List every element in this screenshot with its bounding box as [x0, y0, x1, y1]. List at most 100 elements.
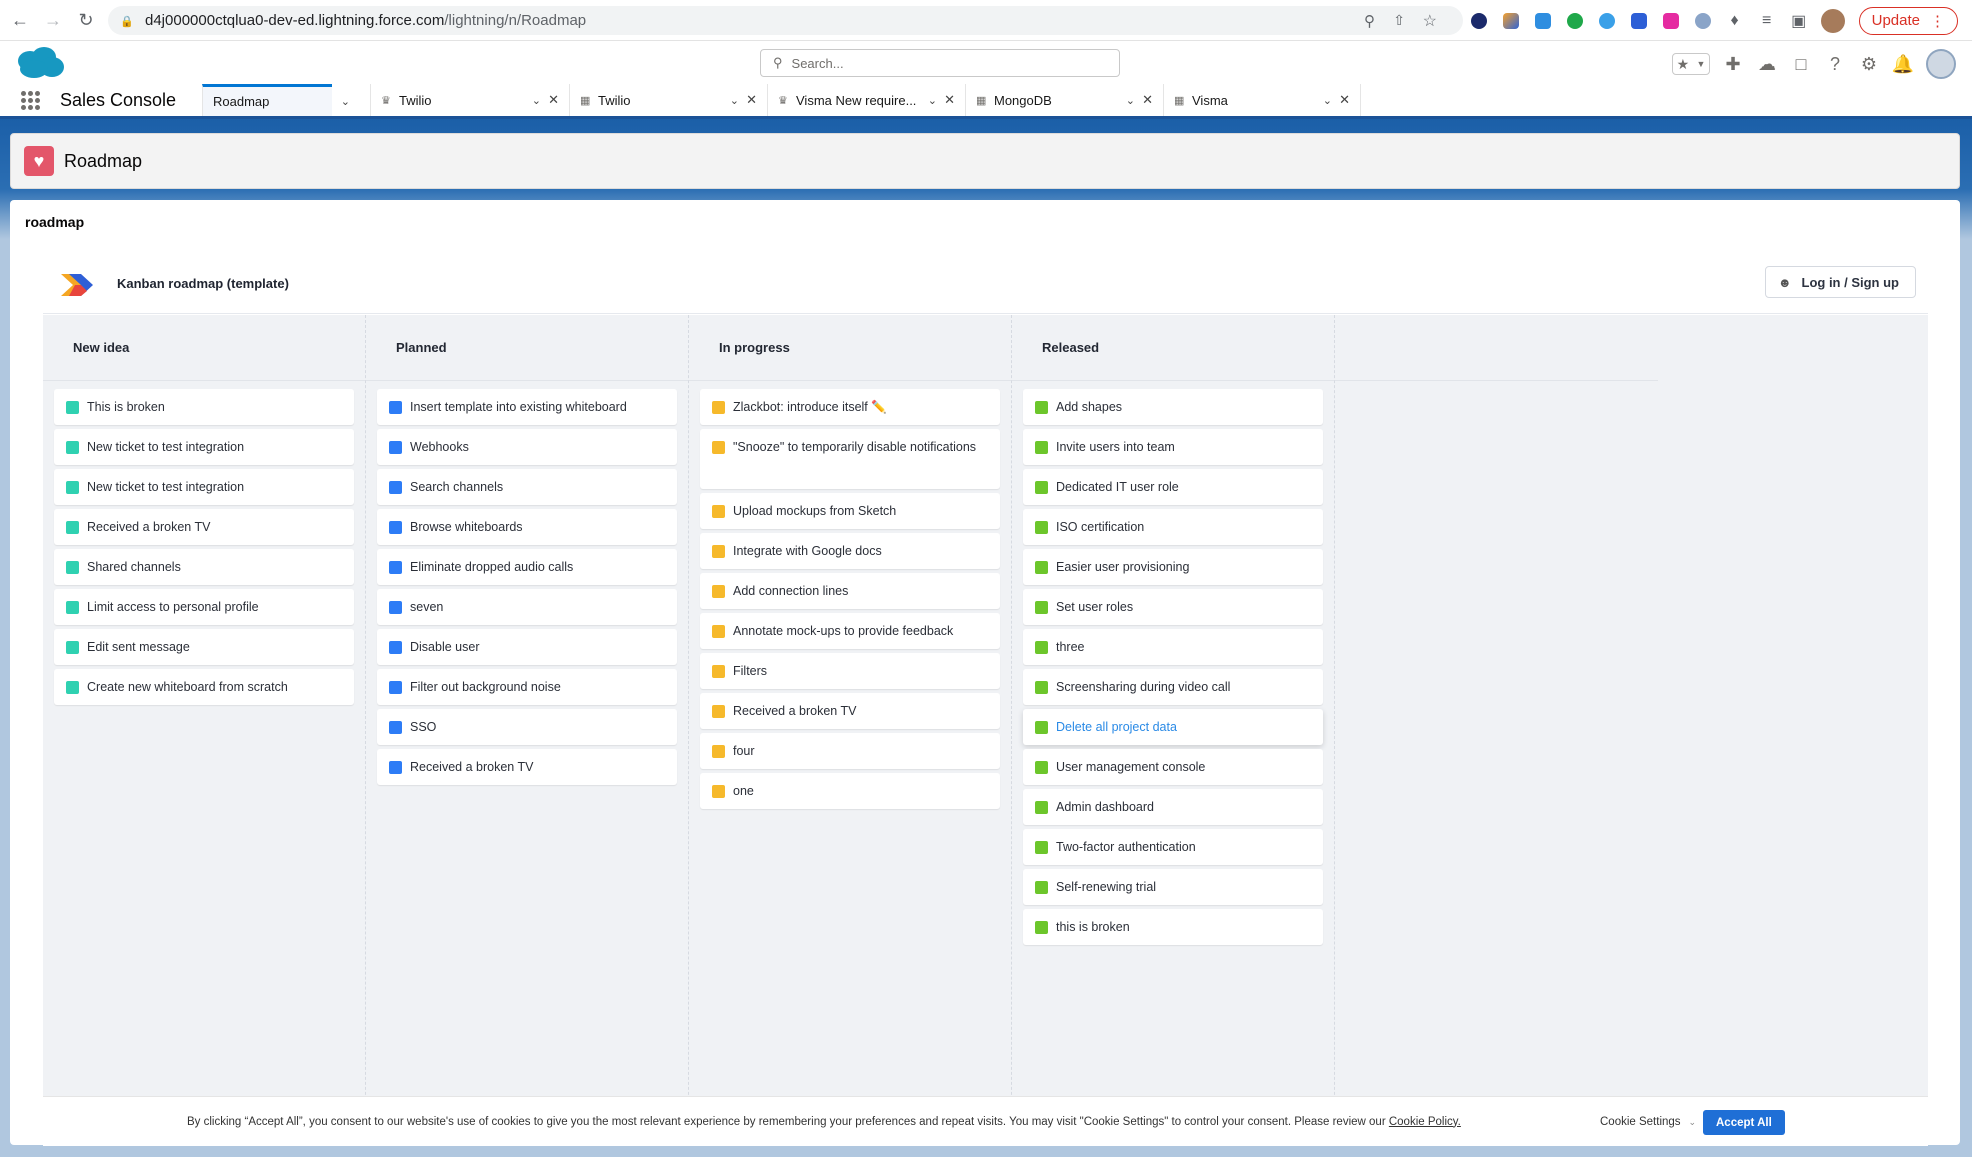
close-icon[interactable]: ✕ — [548, 92, 559, 108]
kanban-card[interactable]: Received a broken TV — [54, 509, 354, 545]
kanban-card[interactable]: Insert template into existing whiteboard — [377, 389, 677, 425]
kanban-card[interactable]: ISO certification — [1023, 509, 1323, 545]
kanban-card[interactable]: Admin dashboard — [1023, 789, 1323, 825]
column-in-progress: In progress Zlackbot: introduce itself ✏… — [689, 315, 1012, 1145]
status-color-icon — [389, 401, 402, 414]
kanban-card[interactable]: Create new whiteboard from scratch — [54, 669, 354, 705]
tab-visma[interactable]: ▦ Visma ⌄ ✕ — [1163, 84, 1361, 116]
share-icon[interactable]: ⇧ — [1393, 12, 1405, 29]
kanban-card[interactable]: Filters — [700, 653, 1000, 689]
trailhead-icon[interactable]: ☁ — [1756, 53, 1778, 75]
extension-icon[interactable] — [1591, 0, 1623, 41]
kanban-card[interactable]: Add connection lines — [700, 573, 1000, 609]
setup-assistant-icon[interactable]: □ — [1790, 53, 1812, 75]
kanban-card[interactable]: Add shapes — [1023, 389, 1323, 425]
extension-icon[interactable] — [1527, 0, 1559, 41]
add-icon[interactable]: ✚ — [1722, 53, 1744, 75]
reading-list-icon[interactable]: ≡ — [1751, 0, 1783, 41]
puzzle-icon[interactable]: ♦ — [1719, 0, 1751, 41]
kanban-card[interactable]: Search channels — [377, 469, 677, 505]
side-panel-icon[interactable]: ▣ — [1783, 0, 1815, 41]
extension-icon[interactable] — [1495, 0, 1527, 41]
tab-mongodb[interactable]: ▦ MongoDB ⌄ ✕ — [965, 84, 1163, 116]
kanban-card[interactable]: Received a broken TV — [377, 749, 677, 785]
kanban-card[interactable]: Two-factor authentication — [1023, 829, 1323, 865]
kanban-card[interactable]: Edit sent message — [54, 629, 354, 665]
bell-icon[interactable]: 🔔 — [1892, 53, 1914, 75]
accept-all-button[interactable]: Accept All — [1703, 1110, 1785, 1135]
login-signup-button[interactable]: ☻ Log in / Sign up — [1764, 266, 1916, 298]
extension-icon[interactable] — [1687, 0, 1719, 41]
back-icon[interactable]: ← — [7, 7, 33, 33]
kanban-card[interactable]: one — [700, 773, 1000, 809]
kanban-card[interactable]: Eliminate dropped audio calls — [377, 549, 677, 585]
extension-icon[interactable] — [1463, 0, 1495, 41]
bookmark-star-icon[interactable]: ☆ — [1423, 11, 1437, 31]
kanban-card[interactable]: Self-renewing trial — [1023, 869, 1323, 905]
tab-twilio-2[interactable]: ▦ Twilio ⌄ ✕ — [569, 84, 767, 116]
kanban-card[interactable]: New ticket to test integration — [54, 469, 354, 505]
chevron-down-icon[interactable]: ⌄ — [928, 94, 937, 107]
kanban-card[interactable]: Easier user provisioning — [1023, 549, 1323, 585]
kanban-card[interactable]: Shared channels — [54, 549, 354, 585]
kanban-card[interactable]: This is broken — [54, 389, 354, 425]
kanban-card[interactable]: Delete all project data — [1023, 709, 1323, 745]
kanban-card[interactable]: Received a broken TV — [700, 693, 1000, 729]
tab-twilio[interactable]: ♛ Twilio ⌄ ✕ — [370, 84, 569, 116]
extension-icon[interactable] — [1655, 0, 1687, 41]
app-launcher-icon[interactable] — [0, 84, 60, 116]
kanban-card[interactable]: New ticket to test integration — [54, 429, 354, 465]
address-bar[interactable]: 🔒 d4j000000ctqlua0-dev-ed.lightning.forc… — [108, 6, 1463, 35]
chevron-down-icon[interactable]: ⌄ — [341, 95, 350, 108]
kanban-card[interactable]: "Snooze" to temporarily disable notifica… — [700, 429, 1000, 489]
kanban-card[interactable]: Annotate mock-ups to provide feedback — [700, 613, 1000, 649]
kanban-card[interactable]: SSO — [377, 709, 677, 745]
extension-icon[interactable] — [1559, 0, 1591, 41]
favorites-button[interactable]: ★ ▼ — [1672, 53, 1710, 75]
page-title: Roadmap — [64, 150, 143, 171]
card-label: Search channels — [410, 480, 504, 494]
kanban-card[interactable]: Dedicated IT user role — [1023, 469, 1323, 505]
profile-avatar[interactable] — [1820, 8, 1845, 33]
status-color-icon — [1035, 601, 1048, 614]
kanban-card[interactable]: seven — [377, 589, 677, 625]
chevron-down-icon[interactable]: ⌄ — [1323, 94, 1332, 107]
extension-icon[interactable] — [1623, 0, 1655, 41]
tab-visma-new-requirement[interactable]: ♛ Visma New require... ⌄ ✕ — [767, 84, 965, 116]
chevron-down-icon[interactable]: ⌄ — [730, 94, 739, 107]
close-icon[interactable]: ✕ — [746, 92, 757, 108]
cookie-settings-button[interactable]: Cookie Settings ⌄ — [1600, 1097, 1696, 1147]
kanban-card[interactable]: Limit access to personal profile — [54, 589, 354, 625]
kanban-card[interactable]: Zlackbot: introduce itself ✏️ — [700, 389, 1000, 425]
kanban-card[interactable]: Browse whiteboards — [377, 509, 677, 545]
kanban-card[interactable]: Screensharing during video call — [1023, 669, 1323, 705]
kanban-card[interactable]: Disable user — [377, 629, 677, 665]
close-icon[interactable]: ✕ — [1142, 92, 1153, 108]
kanban-card[interactable]: Invite users into team — [1023, 429, 1323, 465]
kanban-card[interactable]: User management console — [1023, 749, 1323, 785]
salesforce-logo-icon[interactable] — [12, 45, 66, 81]
zoom-icon[interactable]: ⚲ — [1364, 12, 1375, 30]
cookie-policy-link[interactable]: Cookie Policy. — [1389, 1116, 1461, 1128]
kanban-card[interactable]: Upload mockups from Sketch — [700, 493, 1000, 529]
global-search-input[interactable]: ⚲ Search... — [760, 49, 1120, 77]
forward-icon[interactable]: → — [40, 7, 66, 33]
kanban-card[interactable]: Set user roles — [1023, 589, 1323, 625]
kanban-card[interactable]: Integrate with Google docs — [700, 533, 1000, 569]
kanban-card[interactable]: three — [1023, 629, 1323, 665]
chevron-down-icon[interactable]: ⌄ — [1126, 94, 1135, 107]
reload-icon[interactable]: ↻ — [73, 7, 99, 33]
close-icon[interactable]: ✕ — [1339, 92, 1350, 108]
close-icon[interactable]: ✕ — [944, 92, 955, 108]
gear-icon[interactable]: ⚙ — [1858, 53, 1880, 75]
user-avatar[interactable] — [1926, 49, 1956, 79]
tab-roadmap[interactable]: Roadmap ⌄ — [202, 84, 350, 116]
chevron-down-icon[interactable]: ⌄ — [532, 94, 541, 107]
cookie-text: By clicking “Accept All”, you consent to… — [187, 1115, 1389, 1128]
help-icon[interactable]: ? — [1824, 53, 1846, 75]
kanban-card[interactable]: Webhooks — [377, 429, 677, 465]
kanban-card[interactable]: Filter out background noise — [377, 669, 677, 705]
kanban-card[interactable]: four — [700, 733, 1000, 769]
update-button[interactable]: Update ⋮ — [1858, 6, 1958, 35]
kanban-card[interactable]: this is broken — [1023, 909, 1323, 945]
